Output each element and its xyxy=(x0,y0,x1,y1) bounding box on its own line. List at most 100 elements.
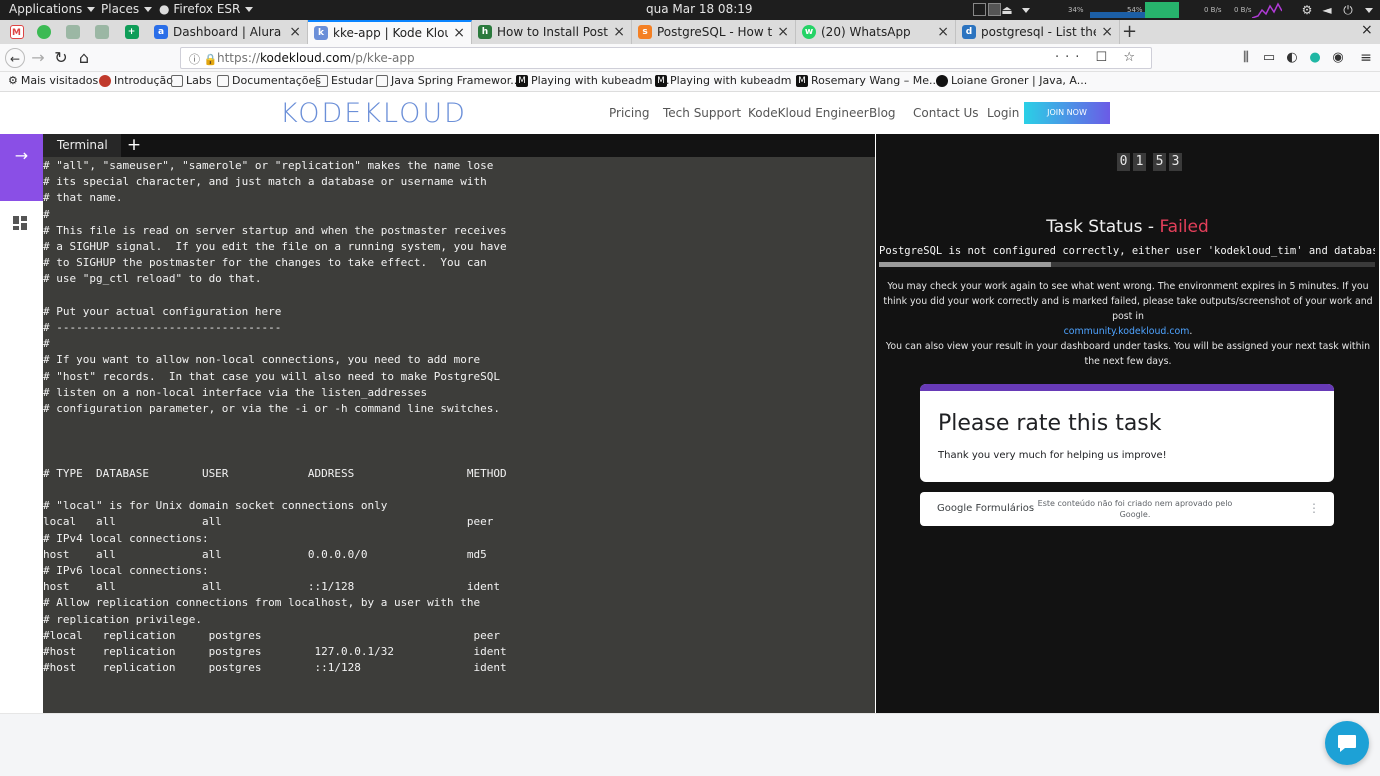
chevron-down-icon[interactable] xyxy=(1022,8,1030,13)
sidebar-icon[interactable]: ▭ xyxy=(1259,48,1279,68)
dba-stackexchange-icon: d xyxy=(962,25,976,39)
tab-whatsapp[interactable]: w (20) WhatsApp × xyxy=(796,20,956,44)
close-window-icon[interactable]: × xyxy=(1361,22,1373,38)
dashboard-grid-icon[interactable] xyxy=(13,216,27,230)
terminal-output[interactable]: # "all", "sameuser", "samerole" or "repl… xyxy=(43,157,875,713)
kodekloud-logo[interactable]: KODEKLOUD xyxy=(280,98,467,129)
bookmark-label: Labs xyxy=(186,74,212,87)
terminal-line: # ---------------------------------- xyxy=(43,321,282,334)
close-icon[interactable]: × xyxy=(937,24,949,40)
bookmark-item[interactable]: M Rosemary Wang – Me... xyxy=(796,74,939,87)
pinned-tab-sheets[interactable]: + xyxy=(118,20,145,44)
hamburger-menu-icon[interactable]: ≡ xyxy=(1356,48,1376,68)
extension-circle-icon[interactable]: ● xyxy=(1305,48,1325,68)
pinned-tab-3[interactable] xyxy=(88,20,115,44)
add-terminal-plus-icon[interactable]: + xyxy=(125,134,143,157)
net-rate-1: 0 B/s xyxy=(1204,6,1222,14)
workspace-1-icon[interactable] xyxy=(973,3,986,16)
nav-link-tech-support[interactable]: Tech Support xyxy=(663,106,741,120)
join-now-button[interactable]: JOIN NOW xyxy=(1024,102,1110,124)
bookmark-item[interactable]: Loiane Groner | Java, A... xyxy=(936,74,1087,87)
more-vert-icon[interactable]: ⋮ xyxy=(1308,501,1320,515)
form-header-band xyxy=(920,384,1334,391)
places-label: Places xyxy=(101,2,140,16)
reload-icon[interactable]: ↻ xyxy=(51,48,71,68)
tab-postgresql-grant[interactable]: s PostgreSQL - How to gra × xyxy=(632,20,796,44)
bookmark-item[interactable]: Introdução xyxy=(99,74,173,87)
clock[interactable]: qua Mar 18 08:19 xyxy=(646,2,753,16)
system-top-bar: Applications Places ● Firefox ESR qua Ma… xyxy=(0,0,1380,20)
page-actions-icons[interactable]: ··· ☐ ☆ xyxy=(1055,50,1141,65)
account-icon[interactable]: ◉ xyxy=(1328,48,1348,68)
tab-install-postgresql[interactable]: h How to Install PostgreSQ × xyxy=(472,20,632,44)
terminal-line: # that name. xyxy=(43,191,123,205)
firefox-app-menu[interactable]: ● Firefox ESR xyxy=(159,2,254,16)
home-icon[interactable]: ⌂ xyxy=(74,48,94,68)
bookmark-folder[interactable]: Labs xyxy=(171,74,212,87)
alura-icon: a xyxy=(154,25,168,39)
terminal-line: #host replication postgres ::1/128 ident xyxy=(43,661,507,675)
bookmark-folder[interactable]: Java Spring Framewor... xyxy=(376,74,521,87)
terminal-line: # to SIGHUP the postmaster for the chang… xyxy=(43,256,487,270)
community-link[interactable]: community.kodekloud.com xyxy=(1064,326,1190,337)
terminal-line: host all all 0.0.0.0/0 md5 xyxy=(43,547,487,561)
scrollbar-thumb[interactable] xyxy=(879,262,1051,267)
terminal-panel[interactable]: Terminal + # "all", "sameuser", "samerol… xyxy=(43,134,875,713)
terminal-line: # its special character, and just match … xyxy=(43,175,487,189)
terminal-tab[interactable]: Terminal xyxy=(43,134,121,157)
info-lock-icon[interactable]: ⓘ 🔒 xyxy=(189,51,217,67)
chevron-down-icon xyxy=(87,7,96,12)
back-arrow-icon[interactable]: ← xyxy=(5,48,25,68)
network-icon[interactable]: ⚙ xyxy=(1300,3,1314,17)
bookmark-item[interactable]: ⚙ Mais visitados xyxy=(8,74,98,87)
forward-arrow-icon[interactable]: → xyxy=(28,48,48,68)
page-footer xyxy=(0,713,1380,776)
pinned-tab-1[interactable] xyxy=(30,20,57,44)
close-icon[interactable]: × xyxy=(1101,24,1113,40)
power-icon[interactable]: ⏻ xyxy=(1341,3,1355,17)
terminal-line: # This file is read on server startup an… xyxy=(43,223,507,237)
close-icon[interactable]: × xyxy=(613,24,625,40)
browser-tab-strip: M + a Dashboard | Alura - Curs × k kke-a… xyxy=(0,20,1380,44)
bookmark-folder[interactable]: Documentações xyxy=(217,74,321,87)
nav-link-blog[interactable]: Blog xyxy=(869,106,896,120)
places-menu[interactable]: Places xyxy=(101,2,153,16)
nav-link-login[interactable]: Login xyxy=(987,106,1019,120)
bookmark-item[interactable]: M Playing with kubeadm i... xyxy=(655,74,809,87)
net-rate-2: 0 B/s xyxy=(1234,6,1252,14)
terminal-line: # xyxy=(43,207,50,221)
horizontal-scrollbar[interactable] xyxy=(879,262,1375,267)
tab-title: PostgreSQL - How to gra xyxy=(657,25,773,39)
chat-widget-button[interactable] xyxy=(1325,721,1369,765)
library-icon[interactable]: ⫼ xyxy=(1236,48,1256,68)
bookmark-label: Introdução xyxy=(114,74,174,87)
tab-alura[interactable]: a Dashboard | Alura - Curs × xyxy=(148,20,308,44)
url-bar[interactable]: ⓘ 🔒 https://kodekloud.com/p/kke-app ··· … xyxy=(180,47,1152,69)
nav-link-pricing[interactable]: Pricing xyxy=(609,106,649,120)
applications-menu[interactable]: Applications xyxy=(9,2,96,16)
pinned-tab-2[interactable] xyxy=(59,20,86,44)
pinned-tab-gmail[interactable]: M xyxy=(3,20,30,44)
kodekloud-icon: k xyxy=(314,26,328,40)
chevron-down-icon[interactable] xyxy=(1365,8,1373,13)
rating-form-card: Please rate this task Thank you very muc… xyxy=(920,384,1334,482)
new-tab-plus-icon[interactable]: + xyxy=(1122,21,1137,42)
terminal-line: # replication privilege. xyxy=(43,612,202,626)
volume-icon[interactable]: ◄ xyxy=(1320,3,1334,17)
url-text: https://kodekloud.com/p/kke-app xyxy=(217,51,415,65)
extension-icon[interactable]: ◐ xyxy=(1282,48,1302,68)
close-icon[interactable]: × xyxy=(453,25,465,41)
google-forms-brand[interactable]: Google Formulários xyxy=(937,503,1034,514)
expand-arrow-icon[interactable]: → xyxy=(0,134,43,201)
pinned-leaf-icon xyxy=(65,25,80,39)
nav-link-contact-us[interactable]: Contact Us xyxy=(913,106,979,120)
nav-link-kodekloud-engineer[interactable]: KodeKloud Engineer xyxy=(748,106,869,120)
bookmark-folder[interactable]: Estudar xyxy=(316,74,373,87)
firefox-icon: ● xyxy=(159,2,170,16)
close-icon[interactable]: × xyxy=(777,24,789,40)
tab-kke-app[interactable]: k kke-app | Kode Kloud × xyxy=(308,20,472,44)
tab-postgresql-list[interactable]: d postgresql - List the data × xyxy=(956,20,1120,44)
close-icon[interactable]: × xyxy=(289,24,301,40)
eject-icon[interactable]: ⏏ xyxy=(1000,3,1014,17)
bookmark-item[interactable]: M Playing with kubeadm i... xyxy=(516,74,670,87)
